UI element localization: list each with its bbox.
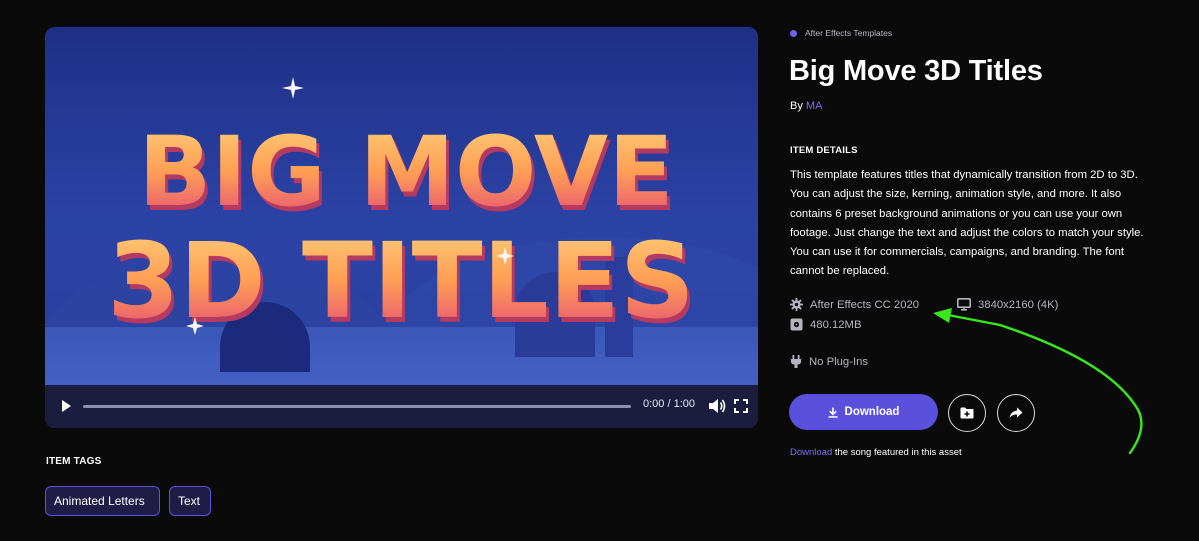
spec-resolution: 3840x2160 (4K) bbox=[957, 298, 1058, 311]
song-download-line: Download the song featured in this asset bbox=[790, 447, 962, 458]
spec-plugins: No Plug-Ins bbox=[790, 355, 868, 368]
by-prefix: By bbox=[790, 100, 803, 112]
spec-software-label: After Effects CC 2020 bbox=[810, 298, 920, 311]
author-link[interactable]: MA bbox=[806, 100, 823, 112]
spec-software: After Effects CC 2020 bbox=[790, 298, 919, 311]
monitor-icon bbox=[957, 298, 971, 311]
category-label: After Effects Templates bbox=[805, 28, 893, 38]
download-button-label: Download bbox=[844, 406, 900, 418]
category-breadcrumb[interactable]: After Effects Templates bbox=[790, 28, 892, 38]
fullscreen-icon[interactable] bbox=[734, 399, 748, 413]
volume-icon[interactable] bbox=[708, 398, 726, 414]
byline: By MA bbox=[790, 100, 822, 112]
page-title: Big Move 3D Titles bbox=[789, 55, 1043, 87]
spec-file-size: 480.12MB bbox=[790, 318, 862, 331]
player-controls: 0:00 / 1:00 bbox=[45, 385, 758, 428]
svg-text:BIG MOVE: BIG MOVE bbox=[138, 116, 674, 228]
spec-file-size-label: 480.12MB bbox=[810, 318, 862, 331]
folder-plus-icon bbox=[960, 407, 974, 419]
download-icon bbox=[828, 407, 838, 418]
spec-plugins-label: No Plug-Ins bbox=[809, 355, 869, 368]
tag-text[interactable]: Text bbox=[169, 486, 211, 516]
plug-icon bbox=[791, 355, 801, 368]
song-download-text: the song featured in this asset bbox=[832, 447, 962, 458]
share-button[interactable] bbox=[997, 394, 1035, 432]
video-player[interactable]: BIG MOVE BIG MOVE 3D TITLES 3D TITLES 0:… bbox=[45, 27, 758, 428]
disk-icon bbox=[790, 318, 803, 331]
download-button[interactable]: Download bbox=[789, 394, 938, 430]
share-icon bbox=[1009, 407, 1023, 418]
song-download-link[interactable]: Download bbox=[790, 447, 832, 458]
add-to-collection-button[interactable] bbox=[948, 394, 986, 432]
item-description: This template features titles that dynam… bbox=[790, 169, 1144, 278]
video-preview[interactable]: BIG MOVE BIG MOVE 3D TITLES 3D TITLES bbox=[45, 27, 758, 385]
annotation-arrow bbox=[933, 308, 1143, 455]
tag-animated-letters[interactable]: Animated Letters bbox=[45, 486, 160, 516]
category-dot-icon bbox=[790, 29, 797, 37]
seek-bar[interactable] bbox=[83, 405, 631, 408]
spec-resolution-label: 3840x2160 (4K) bbox=[978, 298, 1059, 311]
gear-icon bbox=[790, 298, 803, 311]
play-icon[interactable] bbox=[59, 399, 73, 413]
item-details-heading: ITEM DETAILS bbox=[790, 145, 858, 156]
item-tags-heading: ITEM TAGS bbox=[46, 456, 102, 467]
time-display: 0:00 / 1:00 bbox=[643, 398, 695, 410]
